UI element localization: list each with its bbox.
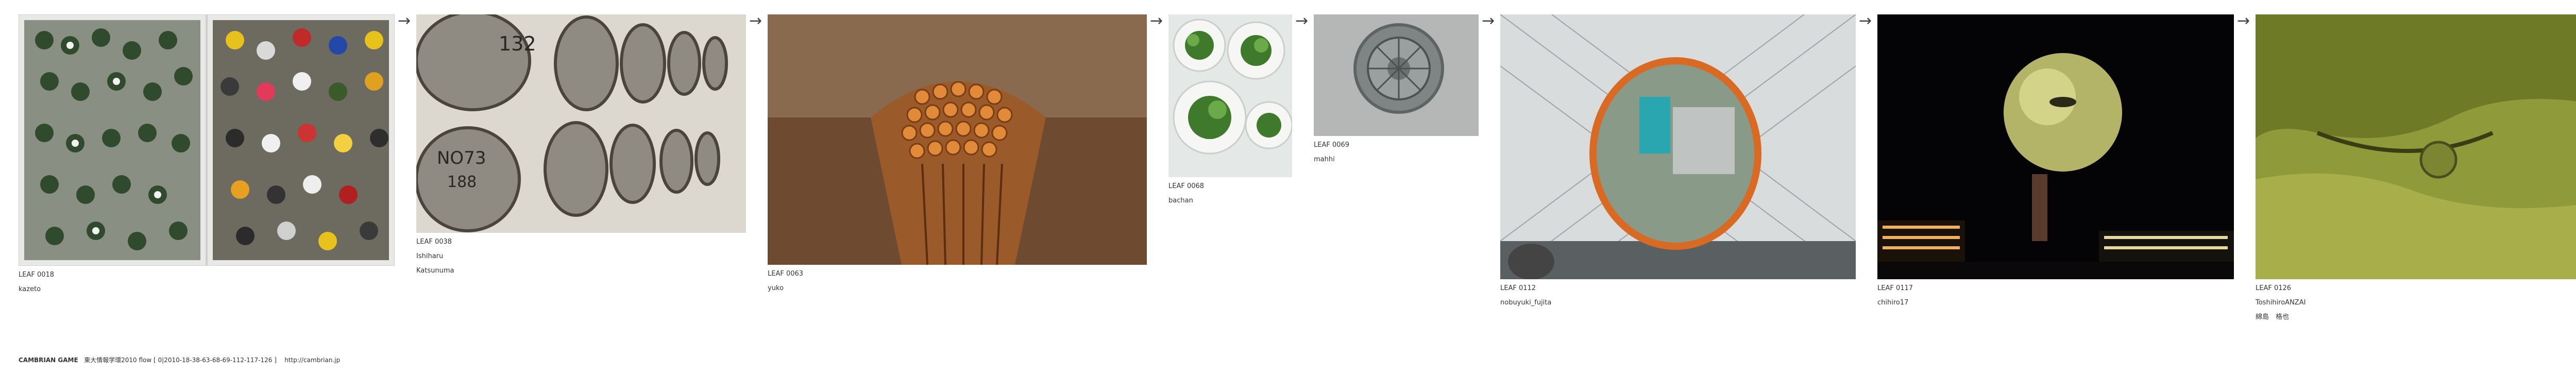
- flow-arrow: →: [1859, 12, 1872, 30]
- footer-flow-info: 東大情報学環2010 flow [ 0|2010-18-38-63-68-69-…: [84, 356, 277, 364]
- leaf-author: bachan: [1168, 197, 1193, 205]
- flow-arrow: →: [749, 12, 762, 30]
- flow-page: { "leaves": [ {"label": "LEAF 0018", "au…: [0, 0, 2576, 374]
- leaf-label: LEAF 0068: [1168, 182, 1205, 190]
- leaf-author: Katsunuma: [416, 267, 454, 275]
- leaf-0126-caption: LEAF 0126 ToshihiroANZAI 綿島 格也: [2256, 281, 2306, 325]
- leaf-0063-caption: LEAF 0063 yuko: [768, 267, 803, 296]
- leaf-label: LEAF 0069: [1314, 141, 1350, 149]
- footer-url-link[interactable]: http://cambrian.jp: [284, 356, 340, 364]
- flow-arrow: →: [1482, 12, 1495, 30]
- leaf-author: mahhi: [1314, 156, 1335, 163]
- chopsticks-bundle-image: [768, 14, 1147, 265]
- leaf-0069-caption: LEAF 0069 mahhi: [1314, 138, 1349, 167]
- leaf-author: ToshihiroANZAI: [2256, 299, 2306, 307]
- leaf-label: LEAF 0117: [1877, 284, 1913, 292]
- potted-plants-image: [1168, 14, 1292, 177]
- leaf-0112-caption: LEAF 0112 nobuyuki_fujita: [1500, 281, 1551, 310]
- leaf-0038-photo[interactable]: 132 NO73 188: [416, 14, 746, 233]
- leaf-author: nobuyuki_fujita: [1500, 299, 1552, 307]
- footer-brand: CAMBRIAN GAME: [19, 356, 78, 364]
- leaf-label: LEAF 0038: [416, 238, 452, 246]
- leaf-0126-photo[interactable]: [2256, 14, 2576, 279]
- leaf-0068-caption: LEAF 0068 bachan: [1168, 179, 1204, 208]
- leaf-label: LEAF 0112: [1500, 284, 1536, 292]
- leaf-author: yuko: [768, 284, 784, 292]
- flow-arrow: →: [2237, 12, 2250, 30]
- leaf-label: LEAF 0063: [768, 270, 804, 278]
- leaf-0018-photo[interactable]: [19, 14, 395, 266]
- leaf-0063-photo[interactable]: [768, 14, 1147, 265]
- leaf-0069-photo[interactable]: [1314, 14, 1479, 136]
- leaf-author: kazeto: [19, 285, 41, 293]
- svg-text:188: 188: [447, 173, 477, 191]
- flow-arrow: →: [1150, 12, 1163, 30]
- leaf-0117-caption: LEAF 0117 chihiro17: [1877, 281, 1913, 310]
- flow-arrow: →: [398, 12, 411, 30]
- svg-text:132: 132: [499, 32, 536, 55]
- barrel-stack-image: 132 NO73 188: [416, 14, 746, 233]
- leaf-0112-photo[interactable]: [1500, 14, 1856, 279]
- leaf-label: LEAF 0126: [2256, 284, 2292, 292]
- green-surface-image: [2256, 14, 2576, 279]
- curved-mirror-image: [1500, 14, 1856, 279]
- leaf-0068-photo[interactable]: [1168, 14, 1292, 177]
- manhole-cover-image: [1314, 14, 1479, 136]
- flow-arrow: →: [1295, 12, 1309, 30]
- night-globe-image: [1877, 14, 2234, 279]
- svg-text:NO73: NO73: [437, 148, 486, 168]
- leaf-author: chihiro17: [1877, 299, 1909, 307]
- leaf-0018-caption: LEAF 0018 kazeto: [19, 268, 54, 297]
- page-footer: CAMBRIAN GAME 東大情報学環2010 flow [ 0|2010-1…: [19, 355, 340, 364]
- leaf-0038-caption: LEAF 0038 Ishiharu Katsunuma: [416, 235, 454, 278]
- bottle-crates-image: [19, 14, 395, 266]
- leaf-author: Ishiharu: [416, 252, 444, 260]
- leaf-author: 綿島 格也: [2256, 313, 2290, 321]
- leaf-0117-photo[interactable]: [1877, 14, 2234, 279]
- leaf-label: LEAF 0018: [19, 271, 55, 279]
